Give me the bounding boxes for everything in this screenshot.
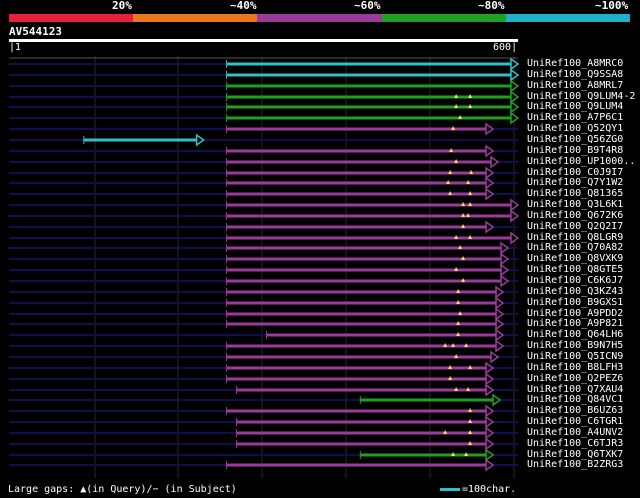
hit-label[interactable]: UniRef100_Q70A82 [527, 242, 623, 253]
hit-label[interactable]: UniRef100_Q2PEZ6 [527, 373, 623, 384]
hit-label[interactable]: UniRef100_Q52QY1 [527, 123, 623, 134]
hit-label[interactable]: UniRef100_B9N7H5 [527, 340, 623, 351]
hit-label[interactable]: UniRef100_Q7Y1W2 [527, 177, 623, 188]
hit-arrow-head [485, 426, 495, 440]
hit-arrow-head [485, 458, 495, 472]
hit-label[interactable]: UniRef100_Q8VXK9 [527, 253, 623, 264]
hit-arrow-head [500, 252, 510, 266]
hit-label[interactable]: UniRef100_Q81365 [527, 188, 623, 199]
hit-arrow-head [495, 339, 505, 353]
hit-label[interactable]: UniRef100_A8MRL7 [527, 80, 623, 91]
hit-label[interactable]: UniRef100_Q5ICN9 [527, 351, 623, 362]
hit-arrow-head [485, 220, 495, 234]
hit-arrow-head [495, 317, 505, 331]
hit-arrow-head [485, 448, 495, 462]
hit-label[interactable]: UniRef100_Q9LUM4 [527, 101, 623, 112]
hit-label[interactable]: UniRef100_B2ZRG3 [527, 459, 623, 470]
hit-arrow-head [485, 383, 495, 397]
hit-label[interactable]: UniRef100_Q2Q2I7 [527, 221, 623, 232]
hit-label[interactable]: UniRef100_Q672K6 [527, 210, 623, 221]
hit-arrow-head [495, 328, 505, 342]
hit-label[interactable]: UniRef100_C6TJR3 [527, 438, 623, 449]
hit-arrow-head [195, 133, 205, 147]
hit-arrow-head [490, 155, 500, 169]
hit-arrow-head [485, 166, 495, 180]
hit-label[interactable]: UniRef100_B9T4R8 [527, 145, 623, 156]
hit-arrow-head [500, 241, 510, 255]
hit-label[interactable]: UniRef100_A8MRC0 [527, 58, 623, 69]
hit-arrow-head [485, 187, 495, 201]
hit-label[interactable]: UniRef100_Q64LH6 [527, 329, 623, 340]
hit-arrow-head [485, 144, 495, 158]
hit-arrow-head [485, 437, 495, 451]
scale-key-bar [440, 487, 460, 491]
gap-legend: Large gaps: ▲(in Query)/− (in Subject) [8, 484, 237, 495]
hit-arrow-head [492, 393, 502, 407]
hit-arrow-head [485, 122, 495, 136]
hit-label[interactable]: UniRef100_A9P821 [527, 318, 623, 329]
hit-label[interactable]: UniRef100_A7P6C1 [527, 112, 623, 123]
hit-arrow-head [495, 285, 505, 299]
hit-label[interactable]: UniRef100_A4UNV2 [527, 427, 623, 438]
hit-label[interactable]: UniRef100_C6TGR1 [527, 416, 623, 427]
hit-label[interactable]: UniRef100_B8LFH3 [527, 362, 623, 373]
hit-label[interactable]: UniRef100_Q3L6K1 [527, 199, 623, 210]
hit-arrow-head [485, 176, 495, 190]
hit-arrow-head [495, 296, 505, 310]
hit-arrow-head [500, 263, 510, 277]
hit-label[interactable]: UniRef100_Q9SSA8 [527, 69, 623, 80]
hit-label[interactable]: UniRef100_C6K6J7 [527, 275, 623, 286]
hit-arrow-head [485, 415, 495, 429]
hit-arrow-head [485, 404, 495, 418]
hit-label[interactable]: UniRef100_B9GXS1 [527, 297, 623, 308]
hit-arrow-head [495, 307, 505, 321]
hit-arrow-head [485, 361, 495, 375]
hit-label[interactable]: UniRef100_Q3KZ43 [527, 286, 623, 297]
hit-arrow-head [490, 350, 500, 364]
hit-label[interactable]: UniRef100_Q8GTE5 [527, 264, 623, 275]
hit-label[interactable]: UniRef100_B6UZ63 [527, 405, 623, 416]
hit-label[interactable]: UniRef100_Q84VC1 [527, 394, 623, 405]
hit-label[interactable]: UniRef100_Q56ZG0 [527, 134, 623, 145]
hit-label[interactable]: UniRef100_UP1000.. [527, 156, 635, 167]
scale-legend: =100char. [440, 484, 516, 496]
hit-arrow-head [485, 372, 495, 386]
hit-arrow-head [500, 274, 510, 288]
